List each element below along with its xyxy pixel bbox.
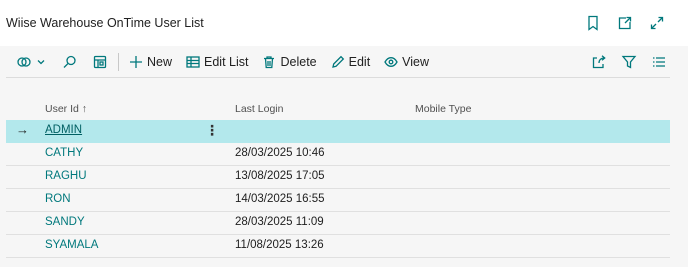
last-login-cell: 13/08/2025 17:05 [235, 170, 325, 182]
view-button[interactable]: View [380, 50, 433, 74]
last-login-cell: 11/08/2025 13:26 [235, 239, 324, 251]
new-label: New [147, 55, 173, 69]
user-id-cell[interactable]: ADMIN [45, 124, 82, 136]
search-button[interactable] [58, 50, 82, 74]
column-header-mobile-type[interactable]: Mobile Type [415, 103, 471, 115]
row-menu-icon[interactable]: ⋮ [205, 121, 219, 139]
table-row[interactable]: SYAMALA 11/08/2025 13:26 [6, 235, 670, 258]
toolbar-right-actions [590, 53, 668, 71]
expand-icon[interactable] [648, 14, 666, 32]
search-icon [63, 55, 76, 68]
table-row[interactable]: CATHY 28/03/2025 10:46 [6, 143, 670, 166]
user-id-cell[interactable]: SANDY [45, 216, 85, 228]
list-content: New Edit List Delete Edit View User Id ↑… [0, 46, 688, 267]
table-row[interactable]: SANDY 28/03/2025 11:09 [6, 212, 670, 235]
table-header: User Id ↑ Last Login Mobile Type [6, 100, 670, 120]
edit-list-button[interactable]: Edit List [182, 50, 252, 74]
analysis-icon [93, 55, 107, 69]
chevron-down-icon [37, 60, 45, 65]
copilot-menu-button[interactable] [12, 50, 50, 74]
last-login-cell: 28/03/2025 10:46 [235, 147, 325, 159]
filter-icon[interactable] [620, 53, 638, 71]
edit-button[interactable]: Edit [327, 50, 375, 74]
eye-icon [384, 57, 398, 67]
analysis-mode-button[interactable] [88, 50, 112, 74]
share-icon[interactable] [590, 53, 608, 71]
title-bar: Wiise Warehouse OnTime User List [0, 0, 688, 46]
new-button[interactable]: New [125, 50, 176, 74]
bookmark-icon[interactable] [584, 14, 602, 32]
column-header-last-login[interactable]: Last Login [235, 103, 283, 115]
view-label: View [402, 55, 430, 69]
delete-label: Delete [280, 55, 317, 69]
table-row[interactable]: RAGHU 13/08/2025 17:05 [6, 166, 670, 189]
action-bar: New Edit List Delete Edit View [0, 46, 688, 78]
trash-icon [264, 56, 275, 69]
user-id-cell[interactable]: SYAMALA [45, 239, 98, 251]
window-actions [584, 14, 666, 32]
column-header-user-id[interactable]: User Id ↑ [45, 103, 87, 115]
user-id-header-label: User Id [45, 103, 79, 115]
user-list-table: User Id ↑ Last Login Mobile Type → ADMIN… [6, 100, 670, 258]
list-view-icon[interactable] [650, 53, 668, 71]
table-row[interactable]: → ADMIN ⋮ [6, 120, 670, 143]
last-login-cell: 28/03/2025 11:09 [235, 216, 324, 228]
edit-list-icon [186, 56, 200, 68]
toolbar-divider-line [6, 77, 670, 78]
user-id-cell[interactable]: RAGHU [45, 170, 87, 182]
user-id-cell[interactable]: RON [45, 193, 71, 205]
copilot-icon [17, 57, 31, 67]
plus-icon [130, 56, 142, 68]
delete-button[interactable]: Delete [258, 50, 320, 74]
sort-ascending-icon: ↑ [81, 103, 88, 115]
open-new-window-icon[interactable] [616, 14, 634, 32]
edit-label: Edit [348, 55, 371, 69]
last-login-cell: 14/03/2025 16:55 [235, 193, 325, 205]
table-row[interactable]: RON 14/03/2025 16:55 [6, 189, 670, 212]
user-id-cell[interactable]: CATHY [45, 147, 83, 159]
row-indicator-arrow-icon: → [16, 122, 29, 137]
toolbar-divider [118, 53, 119, 71]
edit-list-label: Edit List [204, 55, 249, 69]
pencil-icon [331, 55, 344, 68]
page-title: Wiise Warehouse OnTime User List [6, 16, 204, 30]
